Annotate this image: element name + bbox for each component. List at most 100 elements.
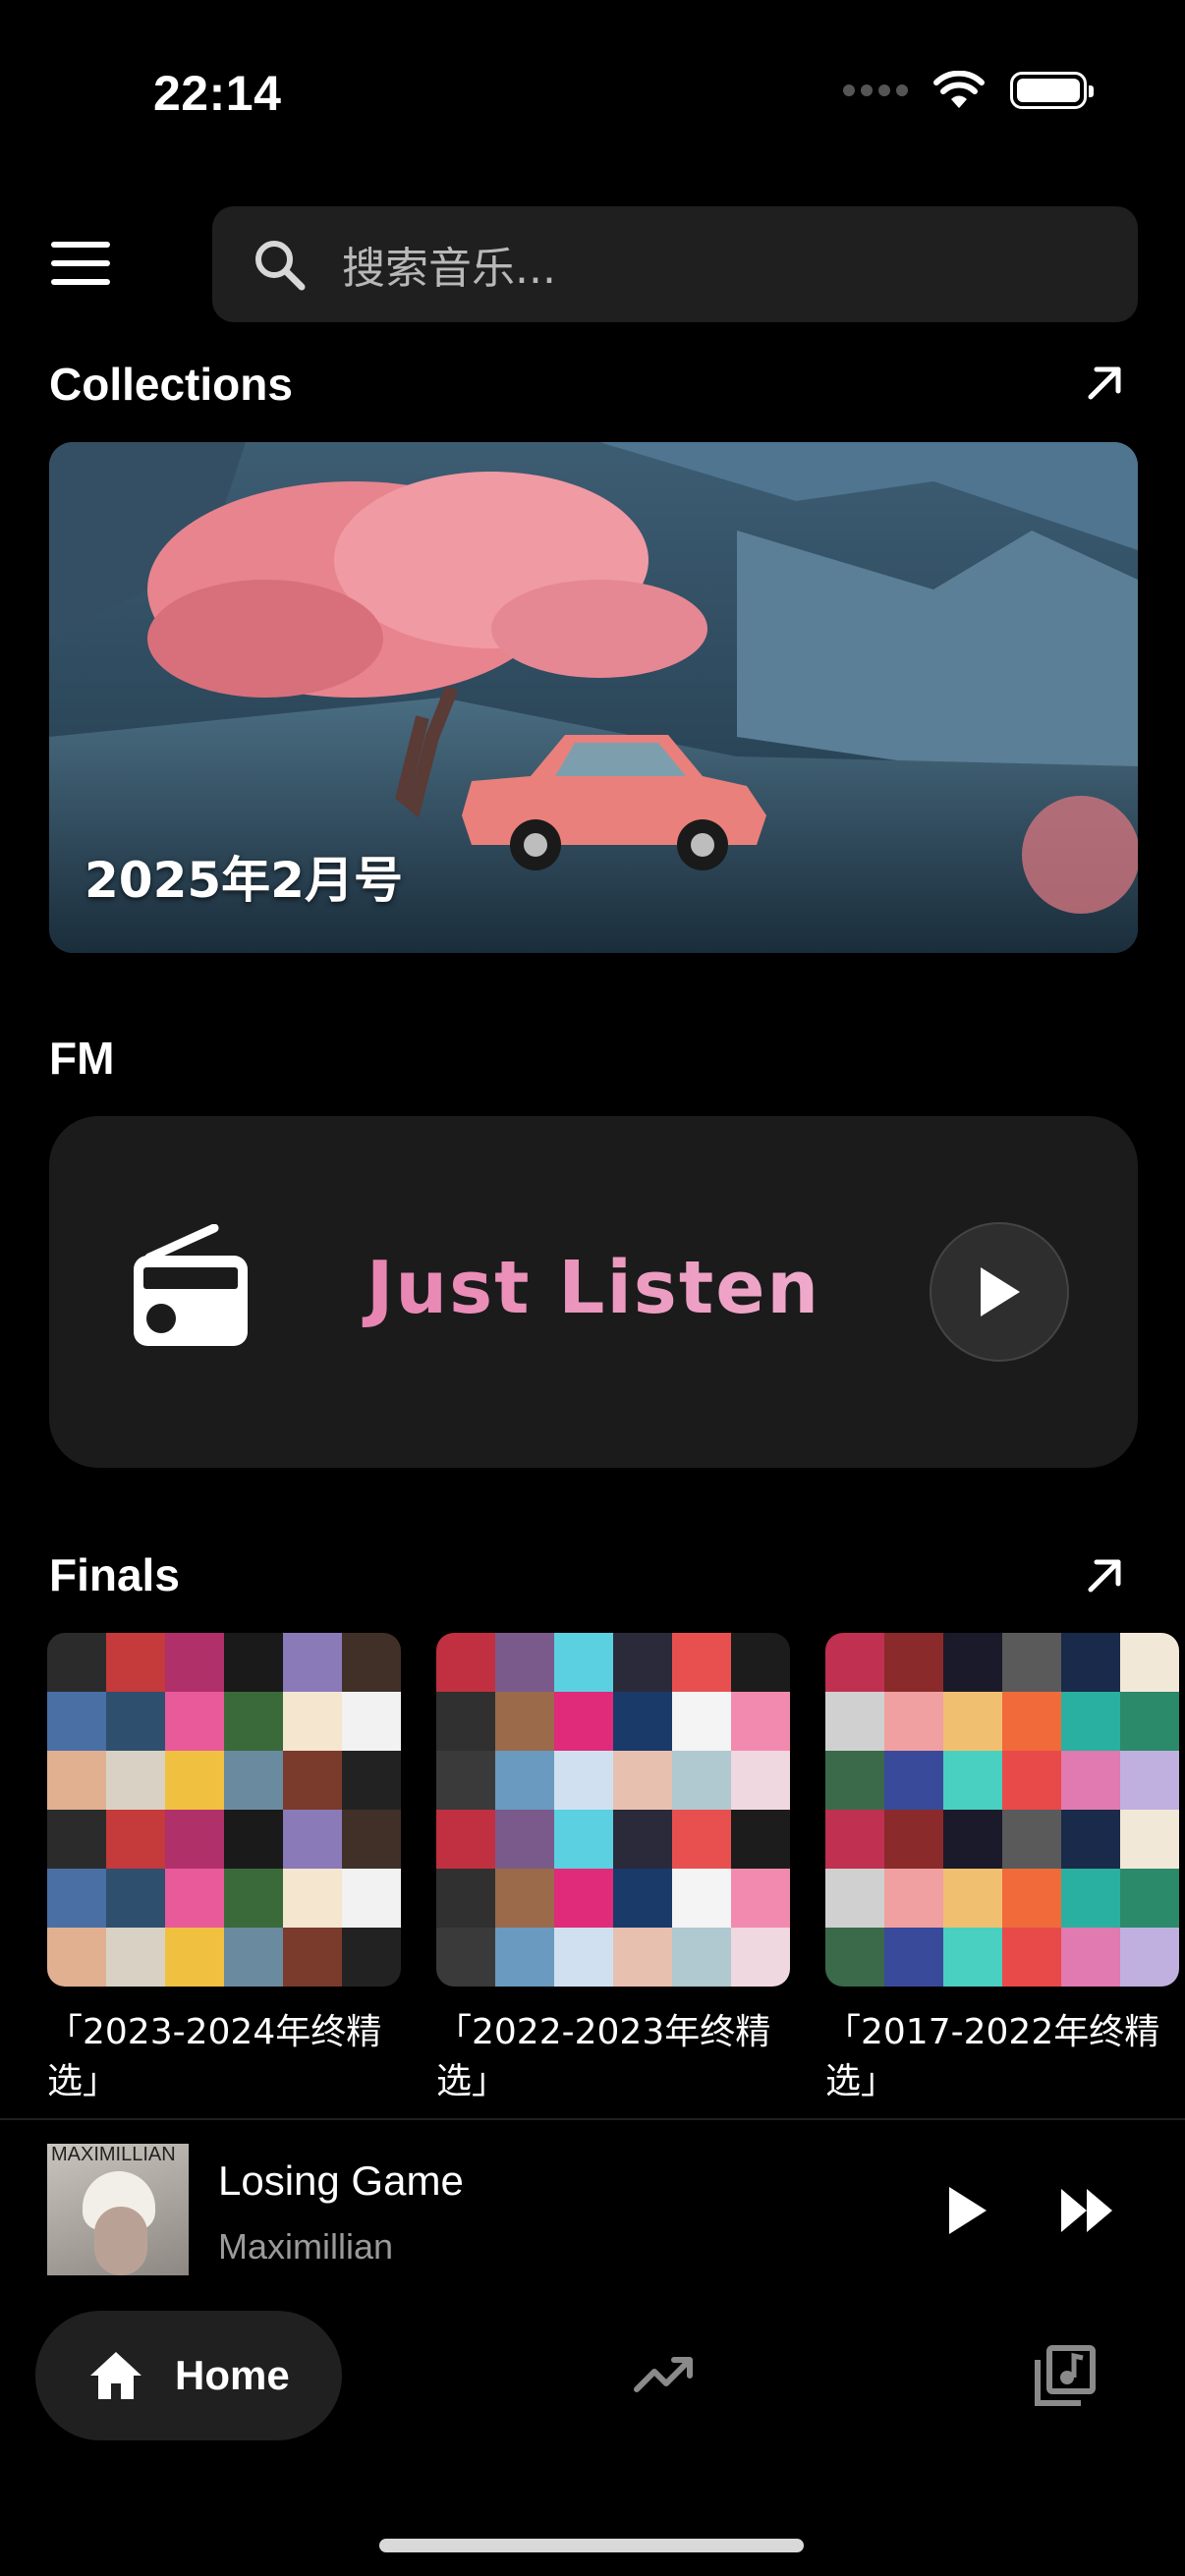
album-tile [342, 1692, 401, 1751]
album-title: 「2017-2022年终精选」 [825, 2012, 1160, 2101]
album-tile [731, 1692, 790, 1751]
album-tile [1002, 1869, 1061, 1928]
album-tile [495, 1633, 554, 1692]
album-tile [943, 1751, 1002, 1810]
album-tile [106, 1633, 165, 1692]
album-tile [1120, 1633, 1179, 1692]
album-tile [47, 1692, 106, 1751]
album-tile [825, 1928, 884, 1987]
album-tile [165, 1928, 224, 1987]
album-tile [613, 1869, 672, 1928]
fm-card[interactable]: Just Listen [49, 1116, 1138, 1468]
mini-player-next-icon[interactable] [1057, 2183, 1118, 2238]
fm-play-button[interactable] [930, 1222, 1069, 1362]
album-tile [342, 1928, 401, 1987]
album-tile [342, 1869, 401, 1928]
collections-title: Collections [49, 359, 293, 410]
album-tile [224, 1928, 283, 1987]
album-tile [436, 1810, 495, 1869]
album-tile [1120, 1692, 1179, 1751]
album-tile [943, 1810, 1002, 1869]
now-playing-cover[interactable]: MAXIMILLIAN [47, 2144, 189, 2275]
album-tile [1002, 1928, 1061, 1987]
album-tile [672, 1928, 731, 1987]
album-tile [613, 1928, 672, 1987]
album-tile [943, 1633, 1002, 1692]
home-icon [90, 2352, 141, 2399]
album-tile [884, 1751, 943, 1810]
album-tile [943, 1928, 1002, 1987]
album-tile [825, 1751, 884, 1810]
album-tile [1120, 1810, 1179, 1869]
now-playing-artist[interactable]: Maximillian [218, 2226, 393, 2268]
cover-caption: MAXIMILLIAN [51, 2144, 176, 2165]
finals-list: 「2023-2024年终精选」 「2022-2023年终精选」 「2017-20… [47, 1633, 1179, 2106]
trending-icon[interactable] [633, 2352, 696, 2395]
finals-album-card[interactable]: 「2022-2023年终精选」 [436, 1633, 790, 2106]
finals-album-card[interactable]: 「2023-2024年终精选」 [47, 1633, 401, 2106]
nav-home-tab[interactable]: Home [35, 2311, 342, 2440]
collections-open-arrow-icon[interactable] [1081, 360, 1128, 407]
album-tile [283, 1633, 342, 1692]
album-tile [1002, 1692, 1061, 1751]
album-tile [672, 1810, 731, 1869]
library-music-icon[interactable] [1034, 2344, 1097, 2407]
album-tile [283, 1869, 342, 1928]
album-tile [731, 1869, 790, 1928]
search-bar[interactable]: 搜索音乐... [212, 206, 1138, 322]
collection-banner[interactable]: 2025年2月号 [49, 442, 1138, 953]
finals-album-card[interactable]: 「2017-2022年终精选」 [825, 1633, 1179, 2106]
album-tile [1061, 1810, 1120, 1869]
album-collage-art [47, 1633, 401, 1987]
finals-open-arrow-icon[interactable] [1081, 1552, 1128, 1599]
album-tile [731, 1810, 790, 1869]
fm-title: FM [49, 1033, 115, 1084]
album-collage-art [436, 1633, 790, 1987]
search-icon [255, 241, 306, 291]
mini-player-play-icon[interactable] [943, 2183, 992, 2238]
album-tile [672, 1869, 731, 1928]
album-tile [613, 1692, 672, 1751]
album-tile [436, 1692, 495, 1751]
album-tile [943, 1869, 1002, 1928]
album-tile [224, 1869, 283, 1928]
album-tile [825, 1810, 884, 1869]
album-tile [825, 1869, 884, 1928]
album-tile [224, 1751, 283, 1810]
album-tile [495, 1692, 554, 1751]
album-tile [1061, 1751, 1120, 1810]
search-input[interactable]: 搜索音乐... [342, 233, 556, 296]
album-tile [224, 1810, 283, 1869]
album-tile [554, 1928, 613, 1987]
album-tile [1002, 1810, 1061, 1869]
album-tile [495, 1869, 554, 1928]
album-tile [554, 1810, 613, 1869]
album-tile [1061, 1692, 1120, 1751]
cellular-signal-icon [843, 84, 908, 96]
album-tile [1120, 1751, 1179, 1810]
album-tile [342, 1633, 401, 1692]
album-tile [1061, 1928, 1120, 1987]
album-tile [554, 1633, 613, 1692]
album-tile [47, 1928, 106, 1987]
album-tile [884, 1633, 943, 1692]
album-tile [283, 1751, 342, 1810]
album-title: 「2023-2024年终精选」 [47, 2012, 382, 2101]
album-tile [613, 1751, 672, 1810]
album-tile [47, 1869, 106, 1928]
album-collage-art [825, 1633, 1179, 1987]
album-tile [165, 1869, 224, 1928]
album-tile [672, 1751, 731, 1810]
album-tile [106, 1751, 165, 1810]
now-playing-title[interactable]: Losing Game [218, 2157, 464, 2205]
menu-button[interactable] [51, 242, 110, 285]
status-time: 22:14 [153, 66, 282, 121]
album-tile [283, 1810, 342, 1869]
album-tile [106, 1692, 165, 1751]
album-tile [884, 1928, 943, 1987]
album-tile [342, 1810, 401, 1869]
album-tile [47, 1751, 106, 1810]
album-tile [106, 1928, 165, 1987]
album-tile [731, 1633, 790, 1692]
album-tile [613, 1633, 672, 1692]
